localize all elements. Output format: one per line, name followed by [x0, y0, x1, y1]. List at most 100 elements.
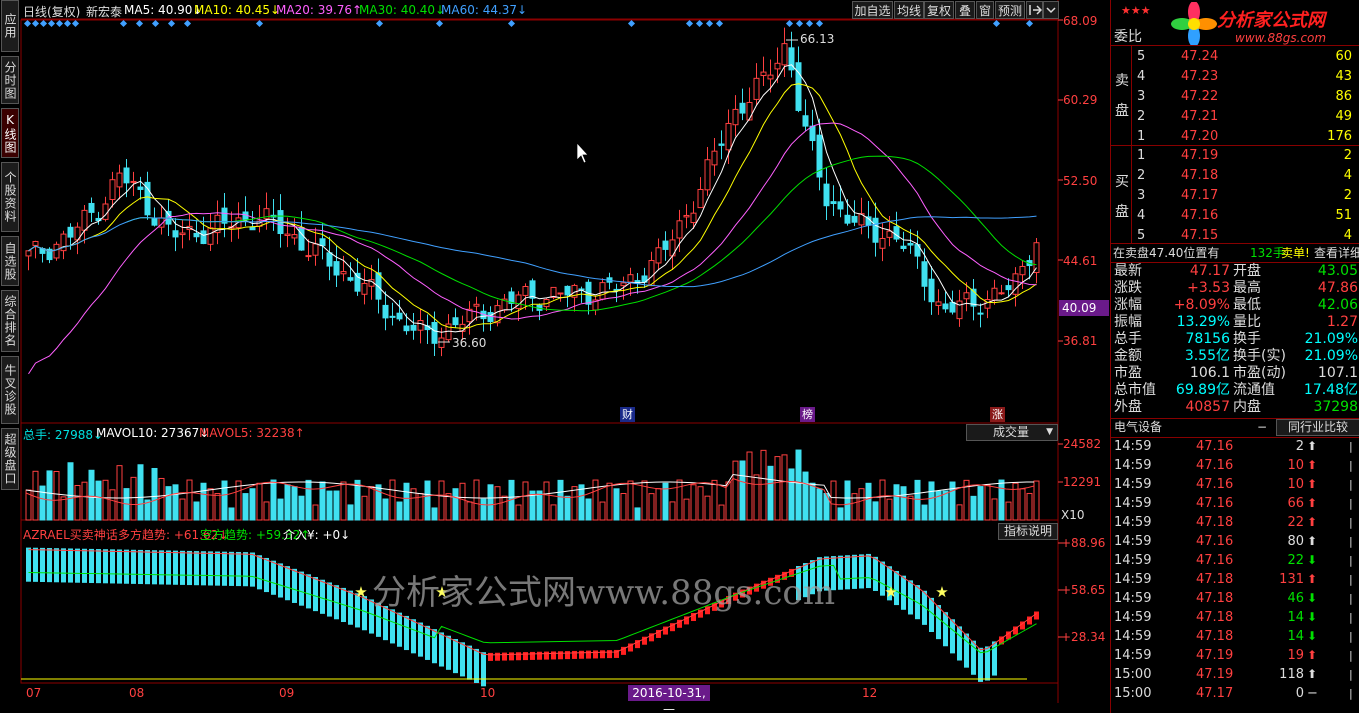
- candle-body: [935, 301, 942, 306]
- stat-label: 内盘: [1233, 399, 1261, 415]
- toolbar-button[interactable]: 预测: [995, 1, 1025, 19]
- volume-bar: [403, 482, 410, 521]
- volume-bar: [95, 480, 102, 521]
- volume-bar: [60, 496, 67, 521]
- volume-bar: [270, 479, 277, 521]
- left-tab-2[interactable]: K线图: [1, 108, 19, 158]
- ma-legend-item: MA10: 40.45↓: [194, 3, 281, 17]
- stat-label: 最低: [1233, 297, 1261, 313]
- sector-compare-button[interactable]: 同行业比较: [1276, 419, 1359, 436]
- volume-bar: [725, 481, 732, 521]
- volume-bar: [942, 490, 949, 521]
- chevron-down-icon[interactable]: [1043, 1, 1059, 19]
- left-tab-6[interactable]: 牛叉诊股: [1, 356, 19, 424]
- arrow-down-icon: ⬇: [1307, 591, 1318, 605]
- indicator-bar: [208, 551, 213, 586]
- indicator-bar: [271, 560, 276, 595]
- indicator-bar: [544, 651, 549, 660]
- candle-body: [25, 250, 32, 257]
- volume-bar: [809, 482, 816, 521]
- exit-icon[interactable]: [1026, 1, 1043, 19]
- tick-divider-icon: |: [1349, 459, 1353, 472]
- candle-body: [655, 247, 662, 264]
- level-number: 3: [1137, 89, 1146, 104]
- volume-bar: [564, 495, 571, 521]
- toolbar-button[interactable]: 均线: [894, 1, 924, 19]
- candle-body: [683, 214, 690, 218]
- left-tab-7[interactable]: 超级盘口: [1, 428, 19, 490]
- candle-body: [403, 325, 410, 332]
- left-tab-0[interactable]: 应用: [1, 0, 19, 52]
- stat-value: 69.89亿: [1175, 382, 1230, 398]
- volume-bar: [487, 484, 494, 521]
- left-tab-3[interactable]: 个股资料: [1, 162, 19, 232]
- candle-body: [242, 211, 249, 221]
- stat-label: 涨跌: [1114, 280, 1142, 296]
- indicator-help-button[interactable]: 指标说明: [998, 523, 1058, 540]
- tick-divider-icon: |: [1349, 573, 1353, 586]
- candle-body: [963, 292, 970, 300]
- volume-bar: [984, 484, 991, 521]
- indicator-bar: [467, 645, 472, 680]
- toolbar-button[interactable]: 加自选: [852, 1, 893, 19]
- left-tab-1[interactable]: 分时图: [1, 56, 19, 104]
- candle-body: [907, 242, 914, 246]
- stat-label: 最新: [1114, 263, 1142, 279]
- left-tab-4[interactable]: 自选股: [1, 236, 19, 286]
- event-mark-list[interactable]: 榜: [800, 407, 815, 422]
- candle-body: [977, 312, 984, 315]
- volume-bar: [634, 507, 641, 521]
- event-mark-rise[interactable]: 涨: [990, 407, 1005, 422]
- diamond-marker: [695, 19, 704, 28]
- chart-title: 日线(复权): [23, 5, 81, 19]
- volume-bar: [340, 481, 347, 521]
- buy-level-row: 3 47.17 2: [1111, 187, 1359, 204]
- volume-bar: [627, 480, 634, 521]
- diamond-marker: [55, 19, 64, 28]
- volume-unit: X10: [1061, 508, 1085, 522]
- volume-bar: [277, 498, 284, 521]
- buy-level-row: 1 47.19 2: [1111, 147, 1359, 164]
- volume-bar: [158, 477, 165, 521]
- indicator-bar: [481, 652, 486, 687]
- indicator-bar: [187, 550, 192, 586]
- level-price: 47.20: [1181, 129, 1219, 144]
- volume-bar: [571, 486, 578, 521]
- indicator-bar: [236, 551, 241, 587]
- diamond-marker: [1025, 19, 1034, 28]
- arrow-up-icon: ⬆: [1307, 439, 1318, 453]
- volume-axis-label: 12291: [1063, 475, 1102, 489]
- arrow-up-icon: ⬆: [1307, 572, 1318, 586]
- candle-body: [991, 287, 998, 301]
- order-notice[interactable]: 在卖盘47.40位置有 132手 卖单! 查看详细: [1111, 245, 1359, 262]
- tick-time: 14:59: [1114, 496, 1152, 511]
- stat-value: 107.1: [1317, 365, 1358, 381]
- stat-value: 1.27: [1326, 314, 1358, 330]
- tick-time: 15:00: [1114, 686, 1152, 701]
- toolbar-button[interactable]: 叠: [955, 1, 975, 19]
- stat-row: 总手 78156 换手 21.09%: [1111, 331, 1359, 348]
- level-price: 47.17: [1181, 188, 1219, 203]
- tick-row: 14:59 47.18 131 ⬆ |: [1111, 571, 1359, 588]
- indicator-bar: [180, 550, 185, 585]
- indicator-bar: [299, 571, 304, 606]
- notice-detail-link[interactable]: 查看详细: [1314, 245, 1359, 262]
- indicator-bar: [516, 652, 521, 661]
- stat-label: 换手: [1233, 331, 1261, 347]
- level-price: 47.15: [1181, 228, 1219, 243]
- minus-icon[interactable]: −: [1257, 419, 1267, 436]
- tick-divider-icon: |: [1349, 497, 1353, 510]
- candle-body: [130, 180, 137, 183]
- volume-bar: [592, 479, 599, 521]
- volume-bar: [844, 480, 851, 521]
- indicator-bar: [537, 651, 542, 660]
- candle-body: [333, 261, 340, 276]
- toolbar-button[interactable]: 复权: [924, 1, 954, 19]
- indicator-bar: [558, 651, 563, 660]
- volume-dropdown[interactable]: 成交量 ▼: [966, 424, 1058, 441]
- left-tab-5[interactable]: 综合排名: [1, 290, 19, 352]
- volume-bar: [865, 482, 872, 521]
- volume-bar: [179, 498, 186, 521]
- event-mark-finance[interactable]: 财: [620, 407, 635, 422]
- toolbar-button[interactable]: 窗: [976, 1, 994, 19]
